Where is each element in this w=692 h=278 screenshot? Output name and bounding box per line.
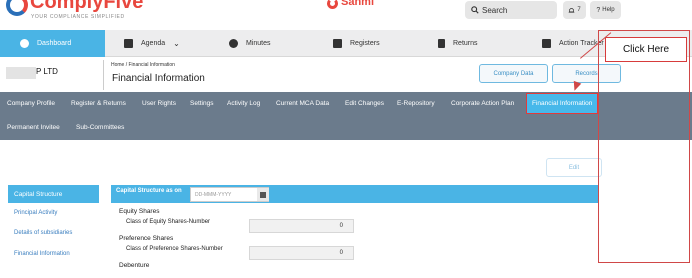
- registers-icon: [333, 39, 342, 48]
- company-selector[interactable]: P LTD: [36, 67, 58, 76]
- topnav-minutes[interactable]: Minutes: [229, 30, 271, 57]
- topnav-label: Agenda: [141, 40, 166, 47]
- breadcrumb[interactable]: Home / Financial Information: [111, 62, 175, 68]
- page-title: Financial Information: [112, 73, 205, 84]
- calendar-icon[interactable]: [257, 188, 269, 201]
- brand-tagline: YOUR COMPLIANCE SIMPLIFIED: [31, 14, 125, 20]
- client-logo: Sanmi: [327, 0, 377, 12]
- sidebar-item-capital-structure[interactable]: Capital Structure: [8, 185, 99, 203]
- subnav-financial-information[interactable]: Financial Information: [526, 93, 599, 114]
- help-button[interactable]: ? Help: [590, 1, 621, 19]
- client-logo-icon: [327, 0, 338, 9]
- topnav-registers[interactable]: Registers: [333, 30, 380, 57]
- equity-label: Class of Equity Shares-Number: [126, 219, 211, 225]
- preference-shares-field[interactable]: 0: [249, 246, 354, 260]
- search-button[interactable]: Search: [465, 1, 557, 19]
- section-header: [111, 185, 598, 203]
- brand-name: ComplyFive: [30, 0, 144, 13]
- subnav-company-profile[interactable]: Company Profile: [7, 100, 55, 107]
- help-label: Help: [602, 7, 615, 13]
- topnav-dashboard[interactable]: Dashboard: [0, 30, 105, 57]
- subnav-edit-changes[interactable]: Edit Changes: [345, 100, 384, 107]
- topnav-action-tracker[interactable]: Action Tracker: [542, 30, 604, 57]
- sidebar-item-details-of-subsidiaries[interactable]: Details of subsidiaries: [14, 230, 72, 236]
- subnav-register-returns[interactable]: Register & Returns: [71, 100, 126, 107]
- tracker-icon: [542, 39, 551, 48]
- equity-shares-field[interactable]: 0: [249, 219, 354, 233]
- topnav-agenda[interactable]: Agenda ⌄: [124, 30, 180, 57]
- company-data-button[interactable]: Company Data: [479, 64, 548, 83]
- question-icon: ?: [596, 6, 601, 14]
- callout-frame: [598, 30, 690, 263]
- sidebar-item-financial-information[interactable]: Financial Information: [14, 251, 70, 257]
- page: ComplyFive YOUR COMPLIANCE SIMPLIFIED Sa…: [0, 0, 692, 278]
- preference-heading: Preference Shares: [119, 235, 174, 242]
- chevron-down-icon: ⌄: [173, 39, 180, 48]
- subnav-e-repository[interactable]: E-Repository: [397, 100, 435, 107]
- topnav-label: Dashboard: [37, 40, 72, 47]
- app-header: ComplyFive YOUR COMPLIANCE SIMPLIFIED Sa…: [0, 0, 692, 30]
- bell-icon: [569, 7, 575, 13]
- subnav-permanent-invitee[interactable]: Permanent Invitee: [7, 124, 60, 131]
- debenture-heading: Debenture: [119, 262, 150, 269]
- divider: [103, 60, 104, 90]
- notifications-button[interactable]: 7: [563, 1, 586, 19]
- subnav-settings[interactable]: Settings: [190, 100, 214, 107]
- subnav-corporate-action-plan[interactable]: Corporate Action Plan: [451, 100, 514, 107]
- topnav-returns[interactable]: Returns: [438, 30, 478, 57]
- edit-button[interactable]: Edit: [546, 158, 602, 177]
- sidebar-item-principal-activity[interactable]: Principal Activity: [14, 210, 57, 216]
- agenda-icon: [124, 39, 133, 48]
- subnav-activity-log[interactable]: Activity Log: [227, 100, 260, 107]
- preference-label: Class of Preference Shares-Number: [126, 246, 223, 252]
- redacted-company-name: [6, 67, 36, 79]
- section-title: Capital Structure as on: [116, 188, 182, 194]
- subnav-sub-committees[interactable]: Sub-Committees: [76, 124, 124, 131]
- clock-icon: [229, 39, 238, 48]
- subnav-current-mca-data[interactable]: Current MCA Data: [276, 100, 329, 107]
- subnav-user-rights[interactable]: User Rights: [142, 100, 176, 107]
- brand-logo-icon: [6, 0, 28, 16]
- returns-icon: [438, 39, 445, 48]
- topnav-label: Registers: [350, 40, 380, 47]
- click-here-callout: Click Here: [605, 37, 687, 62]
- top-nav: Dashboard Agenda ⌄ Minutes Registers Ret…: [0, 30, 692, 57]
- search-label: Search: [482, 5, 508, 15]
- topnav-label: Minutes: [246, 40, 271, 47]
- client-logo-text: Sanmi: [341, 0, 375, 8]
- topnav-label: Returns: [453, 40, 478, 47]
- search-icon: [471, 6, 479, 14]
- dashboard-icon: [20, 39, 29, 48]
- equity-heading: Equity Shares: [119, 208, 160, 215]
- sub-nav: Company Profile Register & Returns User …: [0, 92, 692, 140]
- notifications-count: 7: [577, 7, 581, 13]
